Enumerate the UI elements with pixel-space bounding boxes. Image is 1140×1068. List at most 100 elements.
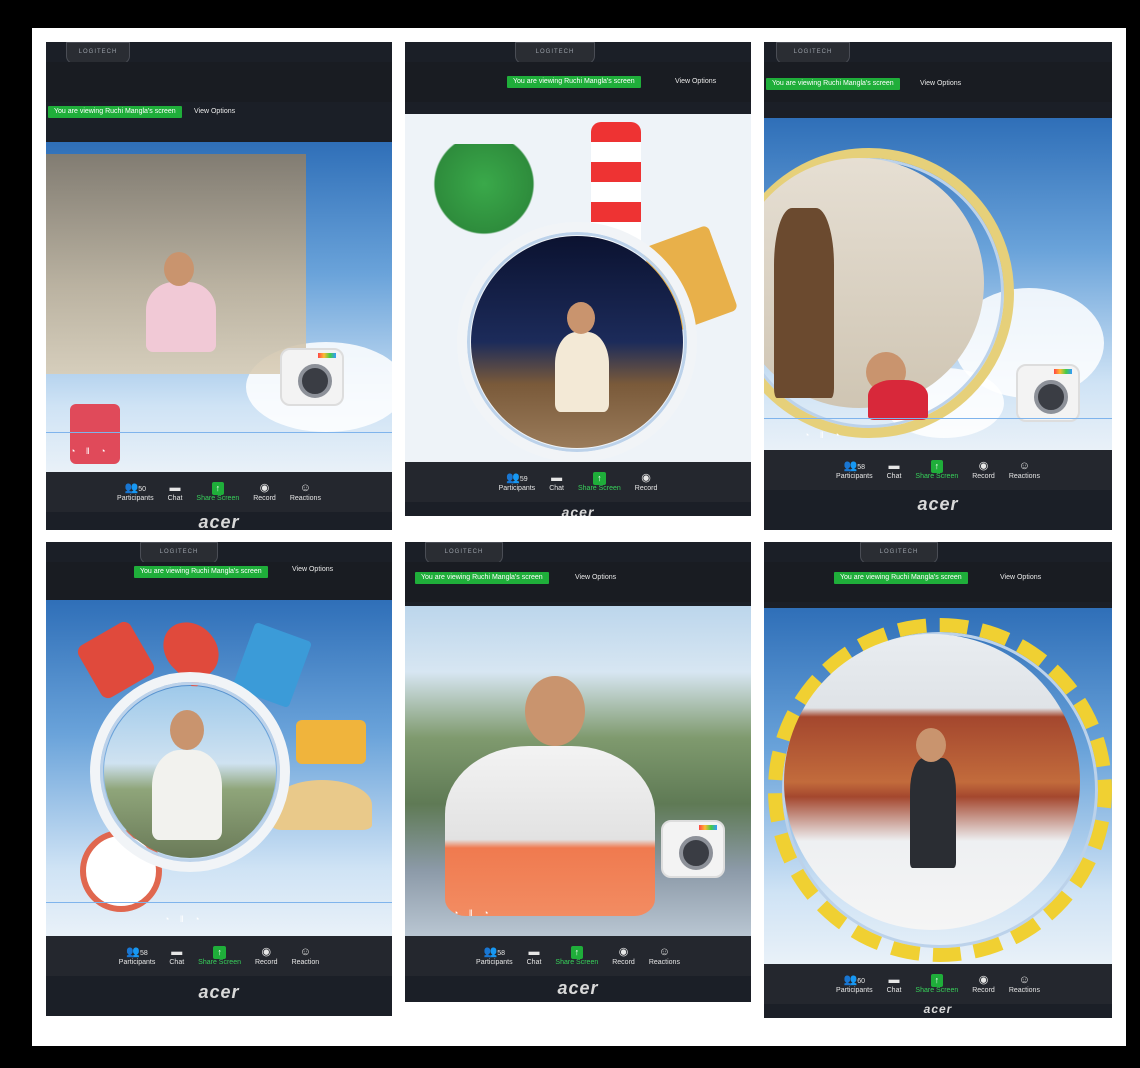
acer-logo: acer [561,504,595,516]
playback-controls[interactable]: ◔ ǁ ◔ [804,430,844,440]
share-screen-icon: ↑ [593,472,606,485]
viewing-banner: You are viewing Ruchi Mangla's screen [415,572,549,584]
record-button[interactable]: ◉ Record [972,974,995,994]
meeting-toolbar: 👥58 Participants ▬ Chat ↑ Share Screen ◉ Rec… [764,450,1112,490]
record-icon: ◉ [259,482,270,494]
shared-screen: ◔ ǁ ◔ [405,606,751,936]
monitor-photo-1: LOGITECH You are viewing Ruchi Mangla's … [46,42,392,530]
viewing-banner: You are viewing Ruchi Mangla's screen [48,106,182,118]
monitor-photo-6: LOGITECH You are viewing Ruchi Mangla's … [764,542,1112,1018]
shared-screen: ◔ ǁ ◔ [46,142,392,472]
acer-logo: acer [198,512,240,530]
reactions-button[interactable]: ☺ Reactions [290,482,321,502]
viewing-banner: You are viewing Ruchi Mangla's screen [134,566,268,578]
view-options-button[interactable]: View Options [194,108,235,115]
webcam: LOGITECH [66,42,130,64]
share-screen-button[interactable]: ↑ Share Screen [198,946,241,966]
participants-button[interactable]: 👥58 Participants [119,946,156,966]
view-options-button[interactable]: View Options [575,574,616,581]
viewing-banner: You are viewing Ruchi Mangla's screen [766,78,900,90]
participants-button[interactable]: 👥59 Participants [499,472,536,492]
share-screen-button[interactable]: ↑ Share Screen [915,974,958,994]
playback-controls[interactable]: ◔ ǁ ◔ [453,908,493,918]
woman-figure [555,332,609,412]
palm-tree-illustration [429,144,539,244]
acer-logo: acer [198,982,240,1002]
chat-button[interactable]: ▬ Chat [887,460,902,480]
chat-bubble-icon: ▬ [888,974,900,986]
share-screen-icon: ↑ [570,946,584,959]
chat-bubble-icon: ▬ [888,460,900,472]
monitor-photo-4: LOGITECH You are viewing Ruchi Mangla's … [46,542,392,1016]
viewing-banner: You are viewing Ruchi Mangla's screen [507,76,641,88]
meeting-toolbar: 👥59 Participants ▬ Chat ↑ Share Screen ◉ Rec… [405,462,751,502]
chat-bubble-icon: ▬ [551,472,563,484]
record-icon: ◉ [978,974,989,986]
emoji-icon: ☺ [1018,974,1030,986]
share-screen-icon: ↑ [211,482,225,495]
monitor-photo-5: LOGITECH You are viewing Ruchi Mangla's … [405,542,751,1002]
participants-button[interactable]: 👥50 Participants [117,482,154,502]
boy-figure [910,758,956,868]
share-screen-button[interactable]: ↑ Share Screen [578,472,621,492]
view-options-button[interactable]: View Options [920,80,961,87]
child-figure [146,282,216,352]
record-icon: ◉ [618,946,629,958]
share-screen-icon: ↑ [930,974,944,987]
chat-button[interactable]: ▬ Chat [549,472,564,492]
people-icon: 👥59 [506,472,528,484]
shared-screen [405,114,751,462]
share-screen-button[interactable]: ↑ Share Screen [196,482,239,502]
emoji-icon: ☺ [1018,460,1030,472]
record-button[interactable]: ◉ Record [972,460,995,480]
child-figure [868,380,928,420]
webcam: LOGITECH [860,542,938,564]
webcam: LOGITECH [776,42,850,64]
shared-screen: ◔ ǁ ◔ [46,600,392,936]
playback-controls[interactable]: ◔ ǁ ◔ [164,914,204,924]
share-screen-button[interactable]: ↑ Share Screen [915,460,958,480]
people-icon: 👥50 [124,482,147,494]
emoji-icon: ☺ [658,946,670,958]
people-icon: 👥58 [483,946,506,958]
monitor-photo-3: LOGITECH You are viewing Ruchi Mangla's … [764,42,1112,530]
camera-illustration [296,720,366,764]
playback-controls[interactable]: ◔ ǁ ◔ [70,446,110,456]
webcam: LOGITECH [425,542,503,564]
meeting-toolbar: 👥58 Participants ▬ Chat ↑ Share Screen ◉ Rec… [405,936,751,976]
record-icon: ◉ [641,472,651,484]
chat-button[interactable]: ▬ Chat [887,974,902,994]
reactions-button[interactable]: ☺ Reactions [1009,974,1040,994]
participants-button[interactable]: 👥60 Participants [836,974,873,994]
participants-button[interactable]: 👥58 Participants [476,946,513,966]
people-icon: 👥60 [843,974,866,986]
record-button[interactable]: ◉ Record [612,946,635,966]
boy-figure [445,746,655,916]
view-options-button[interactable]: View Options [1000,574,1041,581]
record-button[interactable]: ◉ Record [253,482,276,502]
participants-button[interactable]: 👥58 Participants [836,460,873,480]
reactions-button[interactable]: ☺ Reactions [649,946,680,966]
reactions-button[interactable]: ☺ Reaction [292,946,320,966]
monitor-photo-2: LOGITECH You are viewing Ruchi Mangla's … [405,42,751,516]
chat-bubble-icon: ▬ [528,946,540,958]
meeting-toolbar: 👥50 Participants ▬ Chat ↑ Share Screen ◉ Rec… [46,472,392,512]
meeting-toolbar: 👥58 Participants ▬ Chat ↑ Share Screen ◉ Rec… [46,936,392,976]
chat-button[interactable]: ▬ Chat [168,482,183,502]
camera-sticker [1016,364,1080,422]
chat-button[interactable]: ▬ Chat [169,946,184,966]
meeting-toolbar: 👥60 Participants ▬ Chat ↑ Share Screen ◉ Rec… [764,964,1112,1004]
record-button[interactable]: ◉ Record [635,472,658,492]
chat-button[interactable]: ▬ Chat [527,946,542,966]
view-options-button[interactable]: View Options [292,566,333,573]
view-options-button[interactable]: View Options [675,78,716,85]
share-screen-button[interactable]: ↑ Share Screen [555,946,598,966]
collage-frame: LOGITECH You are viewing Ruchi Mangla's … [32,28,1126,1046]
girl-figure [152,750,222,840]
webcam: LOGITECH [140,542,218,564]
reactions-button[interactable]: ☺ Reactions [1009,460,1040,480]
viewing-banner: You are viewing Ruchi Mangla's screen [834,572,968,584]
record-button[interactable]: ◉ Record [255,946,278,966]
statue-figure [774,208,834,398]
people-icon: 👥58 [126,946,148,958]
